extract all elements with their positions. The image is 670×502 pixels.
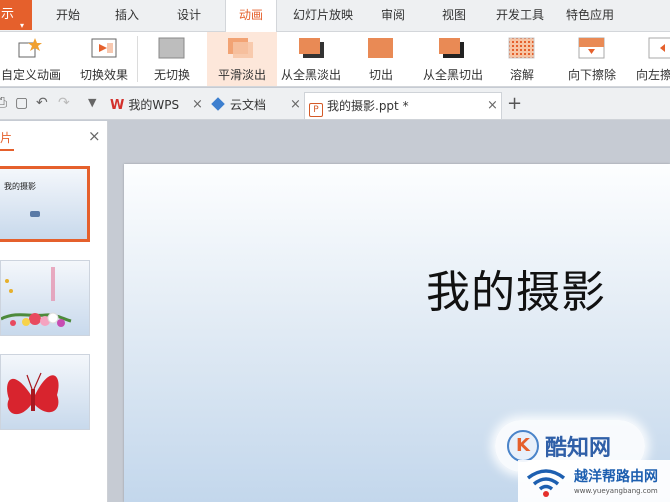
- chevron-down-icon[interactable]: ▼: [88, 96, 96, 109]
- doc-tab-cloud-docs[interactable]: 云文档 ×: [208, 92, 304, 119]
- slide-thumbnail-panel: 片 × 我的摄影: [0, 121, 108, 502]
- transition-cut-button[interactable]: 切出: [350, 32, 412, 86]
- transition-effect-icon: [91, 38, 117, 58]
- transition-wipe-down-icon: [578, 37, 605, 59]
- close-icon[interactable]: ×: [192, 92, 203, 118]
- slide-thumbnail-2[interactable]: [0, 260, 90, 336]
- print-icon[interactable]: ⎙: [0, 95, 7, 111]
- new-tab-button[interactable]: +: [507, 93, 522, 114]
- transition-cut-black-label: 从全黑切出: [422, 68, 483, 82]
- tab-view[interactable]: 视图: [433, 0, 475, 31]
- panel-tab-slides[interactable]: 片: [0, 129, 12, 146]
- watermark-url: www.yueyangbang.com: [574, 487, 658, 495]
- app-menu-label: 示: [1, 7, 15, 22]
- transition-dissolve-button[interactable]: 溶解: [494, 32, 550, 86]
- custom-animation-icon: [18, 38, 42, 58]
- transition-dissolve-label: 溶解: [509, 68, 534, 82]
- tab-insert[interactable]: 插入: [106, 0, 148, 31]
- wifi-router-icon: [526, 469, 566, 497]
- doc-tab-label: 我的WPS: [128, 98, 180, 112]
- document-tab-bar: ⎙ ▢ ↶ ↷ ▼ W 我的WPS × 云文档 × P 我的摄影.ppt * × +: [0, 88, 670, 120]
- tab-home[interactable]: 开始: [47, 0, 89, 31]
- tab-design[interactable]: 设计: [168, 0, 210, 31]
- thumbnail-title: 我的摄影: [4, 182, 36, 191]
- doc-tab-label: 我的摄影.ppt *: [327, 99, 409, 113]
- slide-title-text[interactable]: 我的摄影: [426, 256, 606, 320]
- transition-effect-button[interactable]: 切换效果: [75, 32, 133, 86]
- app-menu-button[interactable]: 示 ▾: [0, 0, 32, 30]
- transition-wipe-down-button[interactable]: 向下擦除: [560, 32, 624, 86]
- transition-fade-smooth-button[interactable]: 平滑淡出: [207, 32, 277, 86]
- transition-fade-smooth-label: 平滑淡出: [217, 68, 266, 82]
- doc-tab-my-wps[interactable]: W 我的WPS ×: [106, 92, 208, 119]
- tab-animation[interactable]: 动画: [225, 0, 277, 33]
- transition-cut-label: 切出: [368, 68, 393, 82]
- tab-special[interactable]: 特色应用: [560, 0, 620, 31]
- tab-developer[interactable]: 开发工具: [490, 0, 550, 31]
- undo-icon[interactable]: ↶: [36, 95, 48, 111]
- cloud-doc-icon: [211, 97, 225, 111]
- transition-fade-smooth-icon: [228, 38, 253, 58]
- transition-dissolve-icon: [508, 37, 535, 59]
- watermark-yueyang: 越洋帮路由网 www.yueyangbang.com: [518, 460, 670, 502]
- close-icon[interactable]: ×: [290, 92, 301, 118]
- ribbon-divider: [137, 36, 138, 82]
- transition-fade-black-icon: [299, 38, 324, 58]
- custom-animation-button[interactable]: 自定义动画: [0, 32, 62, 86]
- close-icon[interactable]: ×: [88, 127, 101, 145]
- transition-cut-black-icon: [439, 38, 464, 58]
- transition-wipe-down-label: 向下擦除: [567, 68, 616, 82]
- watermark-text: 越洋帮路由网: [574, 469, 658, 485]
- custom-animation-label: 自定义动画: [0, 68, 61, 82]
- transition-fade-black-button[interactable]: 从全黑淡出: [280, 32, 342, 86]
- transition-wipe-left-icon: [648, 37, 670, 59]
- panel-tab-underline: [0, 149, 14, 151]
- slide-thumbnail-1[interactable]: 我的摄影: [0, 166, 90, 242]
- transition-none-button[interactable]: 无切换: [141, 32, 203, 86]
- butterfly-paper-cut-picture: [7, 372, 59, 415]
- tab-slideshow[interactable]: 幻灯片放映: [287, 0, 359, 31]
- redo-icon[interactable]: ↷: [58, 95, 70, 111]
- flower-picture: [1, 267, 72, 327]
- transition-effect-label: 切换效果: [79, 68, 128, 82]
- thumbnail-logo: [30, 211, 40, 217]
- doc-tab-label: 云文档: [230, 98, 267, 112]
- close-icon[interactable]: ×: [487, 93, 498, 119]
- ppt-file-icon: P: [309, 103, 323, 117]
- kuzhi-logo-icon: K: [507, 430, 539, 462]
- transition-none-icon: [158, 37, 185, 59]
- tab-review[interactable]: 审阅: [372, 0, 414, 31]
- slide-thumbnail-3[interactable]: [0, 354, 90, 430]
- ribbon-tab-bar: 示 ▾ 开始 插入 设计 动画 幻灯片放映 审阅 视图 开发工具 特色应用: [0, 0, 670, 33]
- doc-tab-my-photography[interactable]: P 我的摄影.ppt * ×: [304, 92, 502, 119]
- transition-wipe-left-label: 向左擦: [636, 68, 670, 82]
- transition-cut-black-button[interactable]: 从全黑切出: [418, 32, 488, 86]
- transition-cut-icon: [368, 38, 393, 58]
- ribbon-panel: 自定义动画 切换效果 无切换 平滑淡出 从全黑淡出 切出 从全黑切出 溶解 向下…: [0, 32, 670, 87]
- watermark-text: 酷知网: [545, 436, 612, 461]
- transition-none-label: 无切换: [153, 68, 190, 82]
- transition-fade-black-label: 从全黑淡出: [280, 68, 341, 82]
- wps-logo-icon: W: [110, 98, 125, 113]
- print-preview-icon[interactable]: ▢: [15, 95, 28, 111]
- transition-wipe-left-button[interactable]: 向左擦: [634, 32, 670, 86]
